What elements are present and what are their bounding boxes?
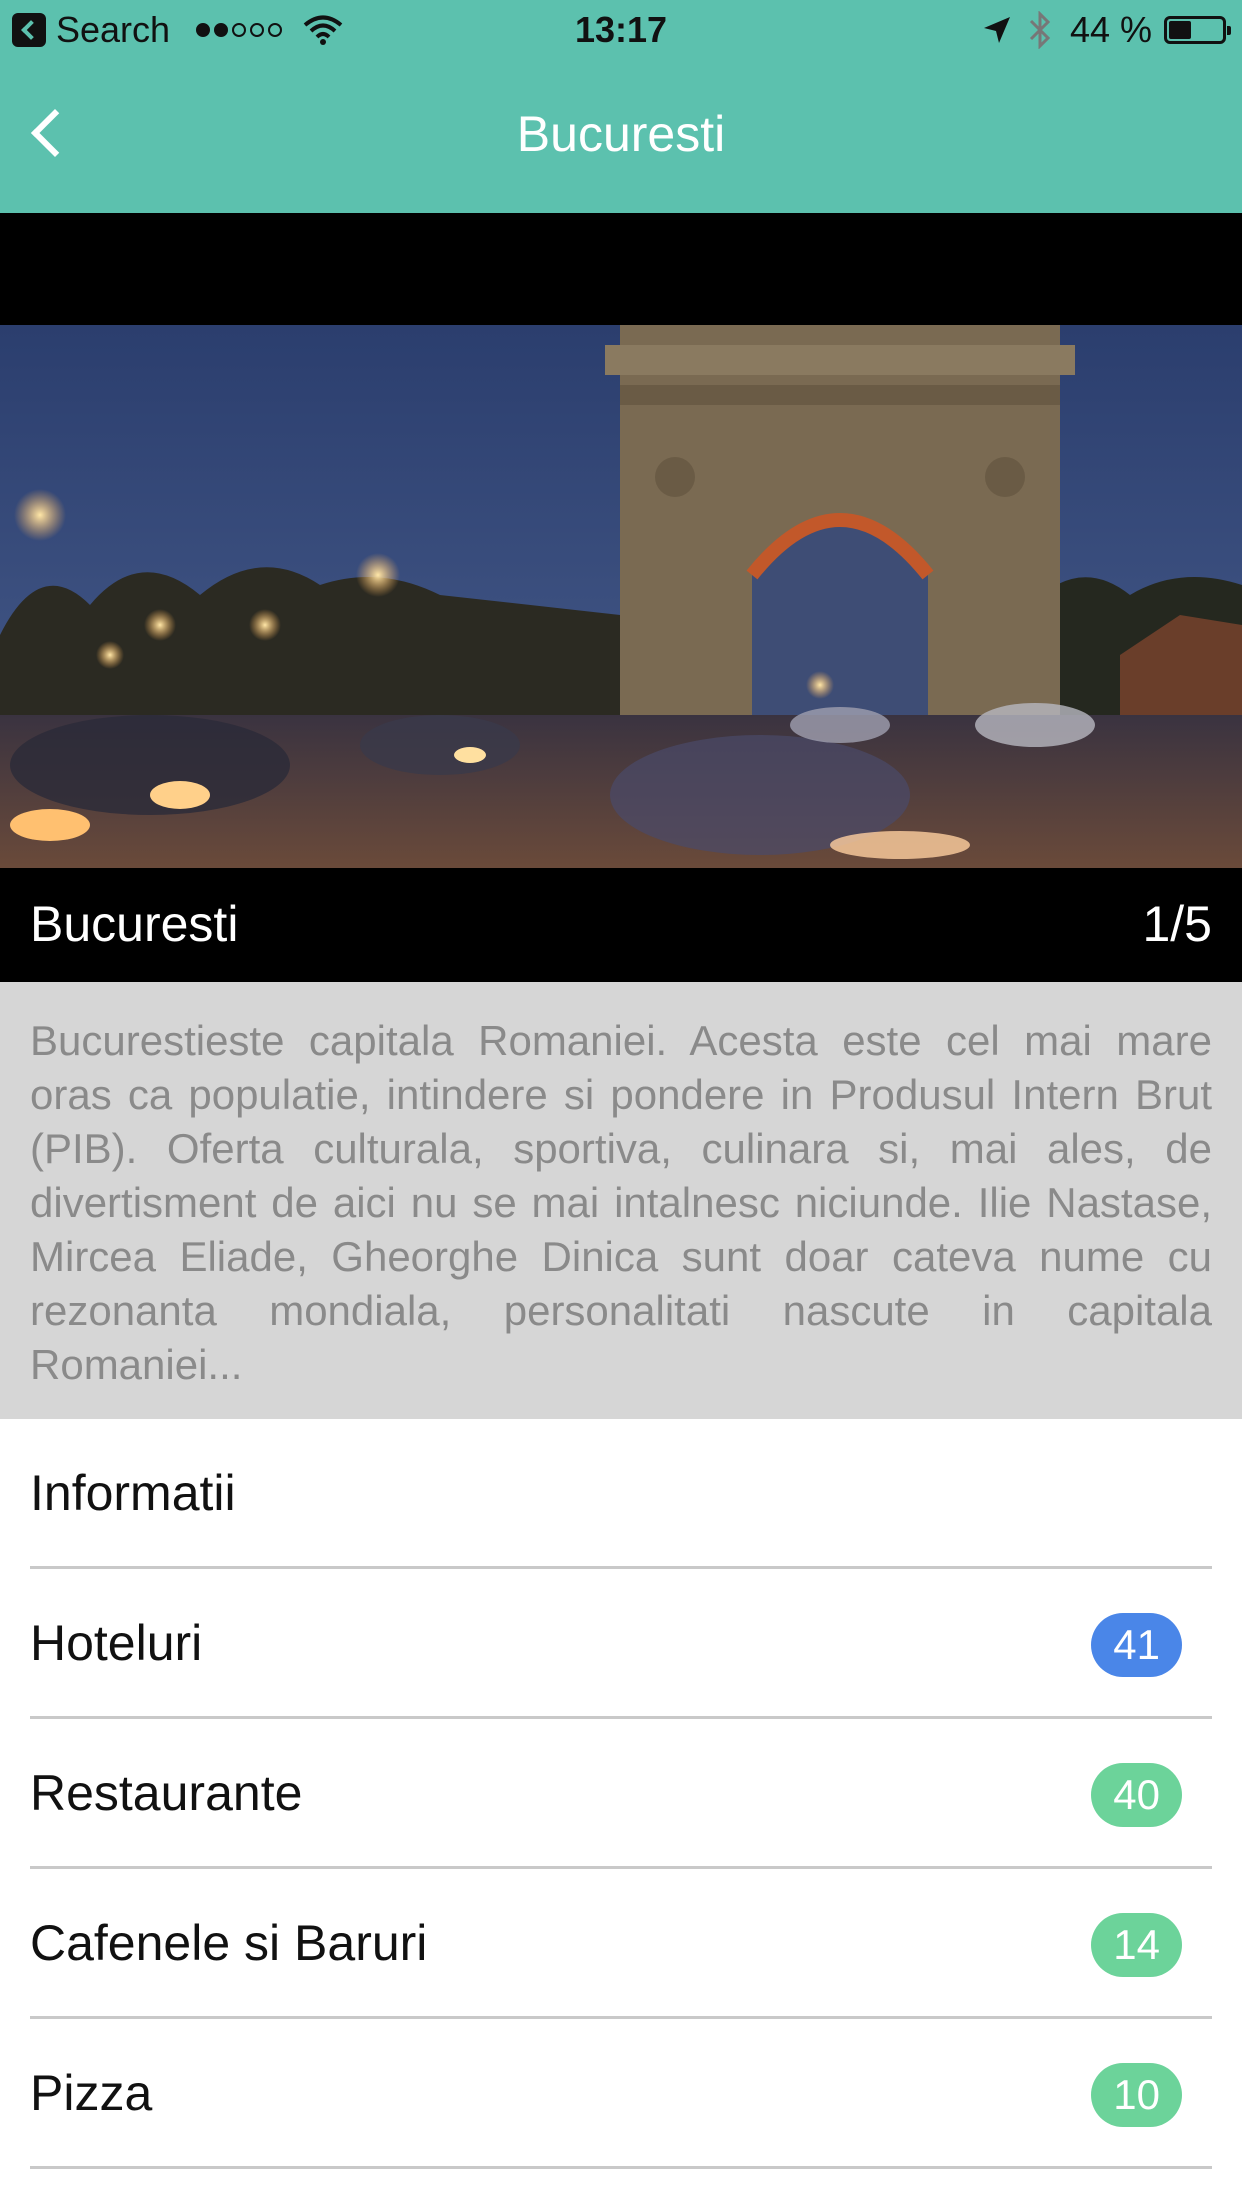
list-item-label: Restaurante: [30, 1765, 303, 1821]
count-badge: 14: [1091, 1913, 1182, 1977]
hero-page-counter: 1/5: [1142, 896, 1212, 952]
hero-caption-bar: Bucuresti 1/5: [0, 868, 1242, 982]
hero-photo[interactable]: [0, 325, 1242, 868]
description-text: Bucurestieste capitala Romaniei. Acesta …: [30, 1017, 1212, 1388]
list-item-label: Informatii: [30, 1465, 236, 1521]
list-item-pizza[interactable]: Pizza 10: [30, 2019, 1212, 2169]
battery-percentage: 44 %: [1069, 9, 1152, 50]
list-item-informatii[interactable]: Informatii: [30, 1419, 1212, 1569]
battery-icon: [1164, 16, 1231, 44]
count-badge: 40: [1091, 1763, 1182, 1827]
page-title: Bucuresti: [516, 106, 726, 162]
navigation-bar: Bucuresti: [0, 60, 1242, 213]
list-item-hoteluri[interactable]: Hoteluri 41: [30, 1569, 1212, 1719]
location-arrow-icon: [983, 17, 1010, 43]
arc-de-triomphe-photo: [0, 325, 1242, 868]
city-description: Bucurestieste capitala Romaniei. Acesta …: [0, 982, 1242, 1419]
status-right: 44 %: [982, 8, 1231, 52]
list-item-label: Pizza: [30, 2065, 153, 2121]
count-badge: 10: [1091, 2063, 1182, 2127]
hero-caption-title: Bucuresti: [30, 896, 239, 952]
list-item-cafenele-si-baruri[interactable]: Cafenele si Baruri 14: [30, 1869, 1212, 2019]
status-bar: Search 13:17 44 %: [0, 0, 1242, 60]
list-item-restaurante[interactable]: Restaurante 40: [30, 1719, 1212, 1869]
list-item-label: Hoteluri: [30, 1615, 203, 1671]
count-badge: 41: [1091, 1613, 1182, 1677]
bluetooth-icon: [1029, 11, 1051, 49]
list-item-label: Cafenele si Baruri: [30, 1915, 428, 1971]
category-list: Informatii Hoteluri 41 Restaurante 40 Ca…: [0, 1419, 1242, 2169]
hero-top-bar: [0, 213, 1242, 325]
